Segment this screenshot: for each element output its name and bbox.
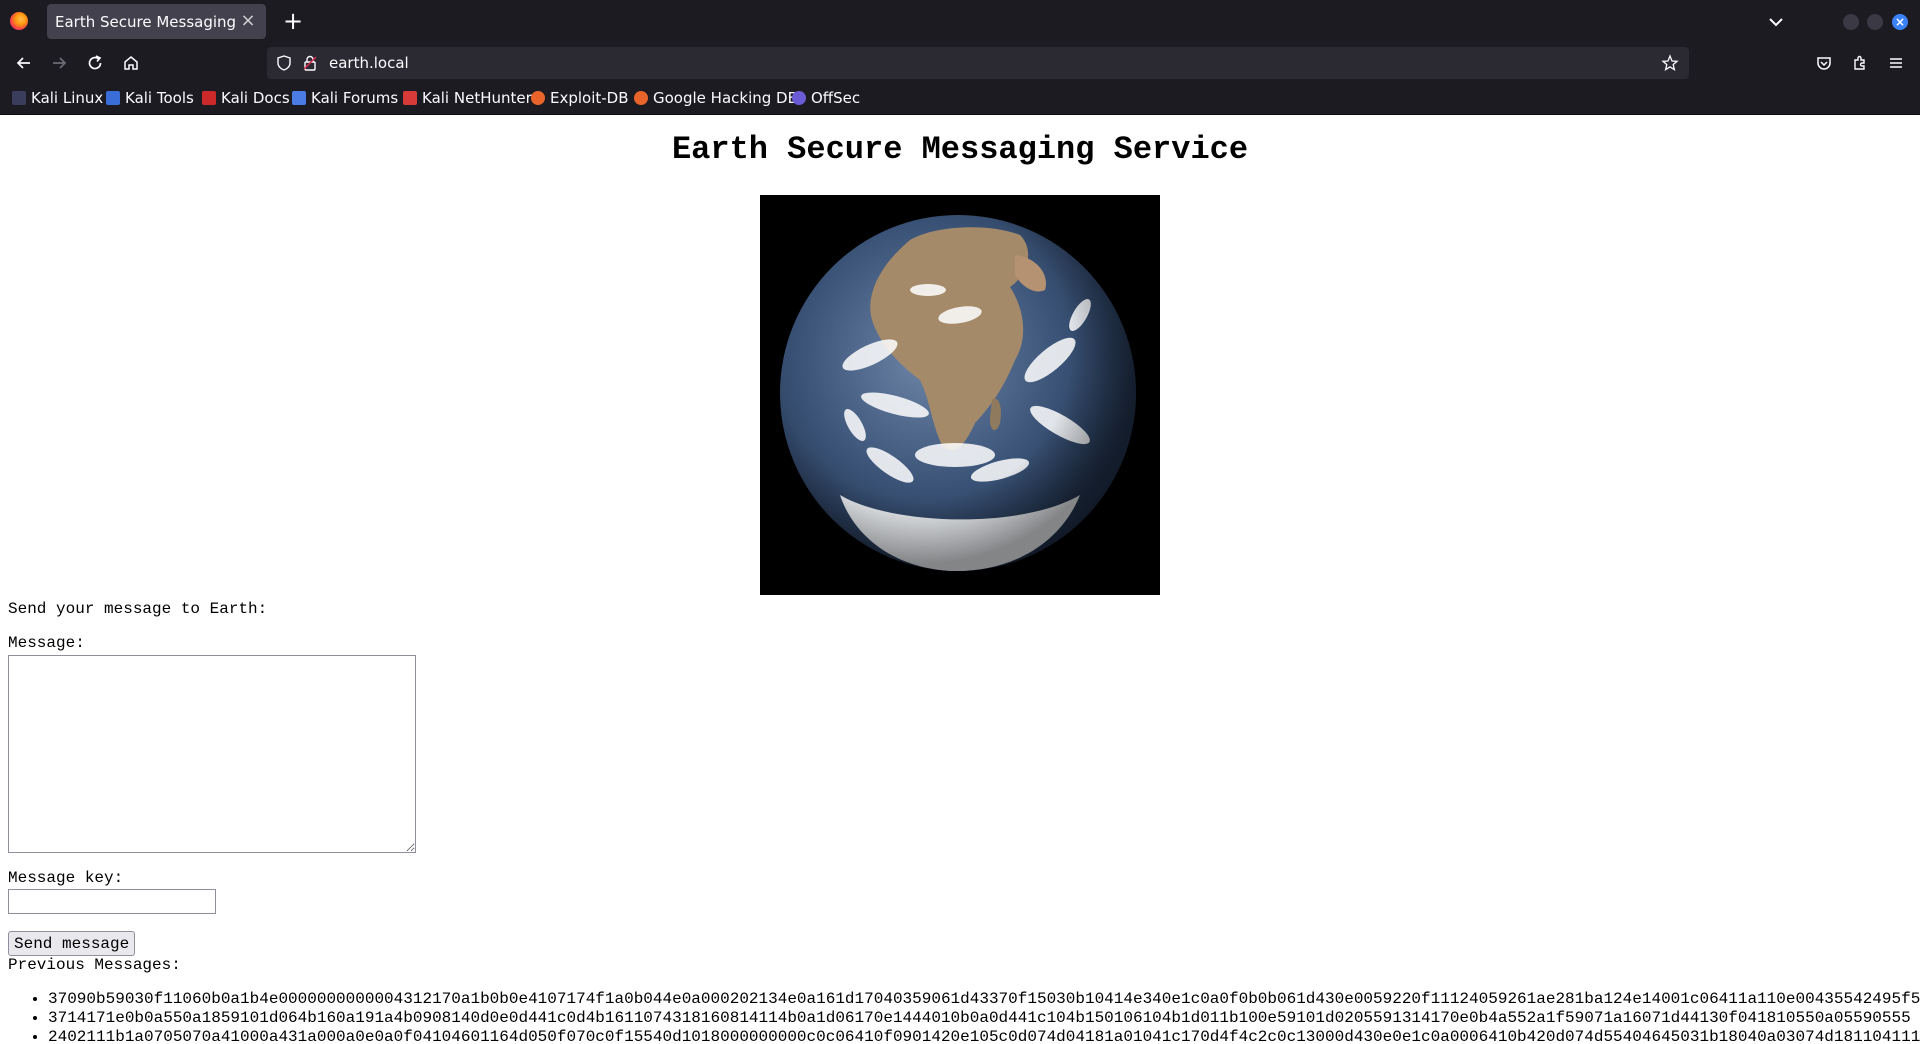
kali-docs-icon bbox=[202, 91, 216, 105]
list-item: 3714171e0b0a550a1859101d064b160a191a4b09… bbox=[48, 1009, 1920, 1028]
bookmark-exploit-db[interactable]: Exploit-DB bbox=[531, 89, 629, 107]
firefox-logo-icon[interactable] bbox=[10, 12, 28, 30]
kali-forums-icon bbox=[292, 91, 306, 105]
url-text[interactable]: earth.local bbox=[329, 54, 409, 72]
message-textarea[interactable] bbox=[8, 655, 416, 853]
bookmark-kali-tools[interactable]: Kali Tools bbox=[106, 89, 194, 107]
home-icon bbox=[124, 56, 138, 70]
new-tab-button[interactable]: + bbox=[279, 8, 307, 36]
forward-button[interactable] bbox=[45, 49, 73, 77]
message-label: Message: bbox=[8, 634, 85, 652]
back-arrow-icon bbox=[16, 57, 30, 69]
tab-title: Earth Secure Messaging bbox=[55, 13, 237, 31]
list-item: 2402111b1a0705070a41000a431a000a0e0a0f04… bbox=[48, 1028, 1920, 1044]
shield-icon[interactable] bbox=[275, 54, 293, 72]
bookmark-kali-docs[interactable]: Kali Docs bbox=[202, 89, 290, 107]
kali-nethunter-icon bbox=[403, 91, 417, 105]
earth-globe-image bbox=[760, 195, 1160, 595]
previous-messages-list: 37090b59030f11060b0a1b4e0000000000004312… bbox=[0, 990, 1920, 1044]
browser-chrome: Earth Secure Messaging × + × earth.local bbox=[0, 0, 1920, 115]
kali-linux-icon bbox=[12, 91, 26, 105]
bookmark-google-hacking-db[interactable]: Google Hacking DB bbox=[634, 89, 798, 107]
forward-arrow-icon bbox=[53, 57, 67, 69]
bookmarks-toolbar: Kali Linux Kali Tools Kali Docs Kali For… bbox=[0, 86, 1920, 114]
tab-strip: Earth Secure Messaging × + × bbox=[0, 0, 1920, 43]
chevron-down-icon[interactable] bbox=[1764, 10, 1788, 34]
pocket-icon bbox=[1817, 57, 1831, 70]
reload-icon bbox=[88, 55, 102, 70]
send-message-button[interactable]: Send message bbox=[8, 931, 136, 956]
menu-button[interactable] bbox=[1882, 49, 1910, 77]
puzzle-icon bbox=[1854, 55, 1865, 70]
google-hacking-db-icon bbox=[634, 91, 648, 105]
page-content: Earth Secure Messaging Service Send your… bbox=[0, 115, 1920, 1044]
list-item: 37090b59030f11060b0a1b4e0000000000004312… bbox=[48, 990, 1920, 1009]
pocket-button[interactable] bbox=[1810, 49, 1838, 77]
kali-tools-icon bbox=[106, 91, 120, 105]
hamburger-menu-icon bbox=[1890, 58, 1902, 68]
exploit-db-icon bbox=[531, 91, 545, 105]
send-prompt: Send your message to Earth: bbox=[8, 600, 268, 618]
earth-image bbox=[760, 195, 1160, 595]
back-button[interactable] bbox=[10, 49, 38, 77]
url-bar[interactable]: earth.local bbox=[267, 47, 1689, 79]
message-key-label: Message key: bbox=[8, 869, 124, 887]
reload-button[interactable] bbox=[81, 49, 109, 77]
message-key-input[interactable] bbox=[8, 889, 216, 914]
home-button[interactable] bbox=[117, 49, 145, 77]
lock-icon[interactable] bbox=[301, 54, 319, 72]
previous-messages-label: Previous Messages: bbox=[8, 956, 181, 974]
bookmark-offsec[interactable]: OffSec bbox=[792, 89, 860, 107]
tab-earth-secure-messaging[interactable]: Earth Secure Messaging × bbox=[47, 4, 266, 39]
close-icon[interactable]: × bbox=[236, 9, 260, 33]
minimize-button[interactable] bbox=[1843, 14, 1859, 30]
extensions-button[interactable] bbox=[1846, 49, 1874, 77]
maximize-button[interactable] bbox=[1867, 14, 1883, 30]
offsec-icon bbox=[792, 91, 806, 105]
page-title: Earth Secure Messaging Service bbox=[671, 131, 1249, 168]
window-close-button[interactable]: × bbox=[1892, 14, 1908, 30]
bookmark-kali-linux[interactable]: Kali Linux bbox=[12, 89, 103, 107]
bookmark-kali-nethunter[interactable]: Kali NetHunter bbox=[403, 89, 532, 107]
bookmark-kali-forums[interactable]: Kali Forums bbox=[292, 89, 398, 107]
navigation-toolbar: earth.local bbox=[0, 43, 1920, 83]
star-icon[interactable] bbox=[1661, 54, 1679, 72]
